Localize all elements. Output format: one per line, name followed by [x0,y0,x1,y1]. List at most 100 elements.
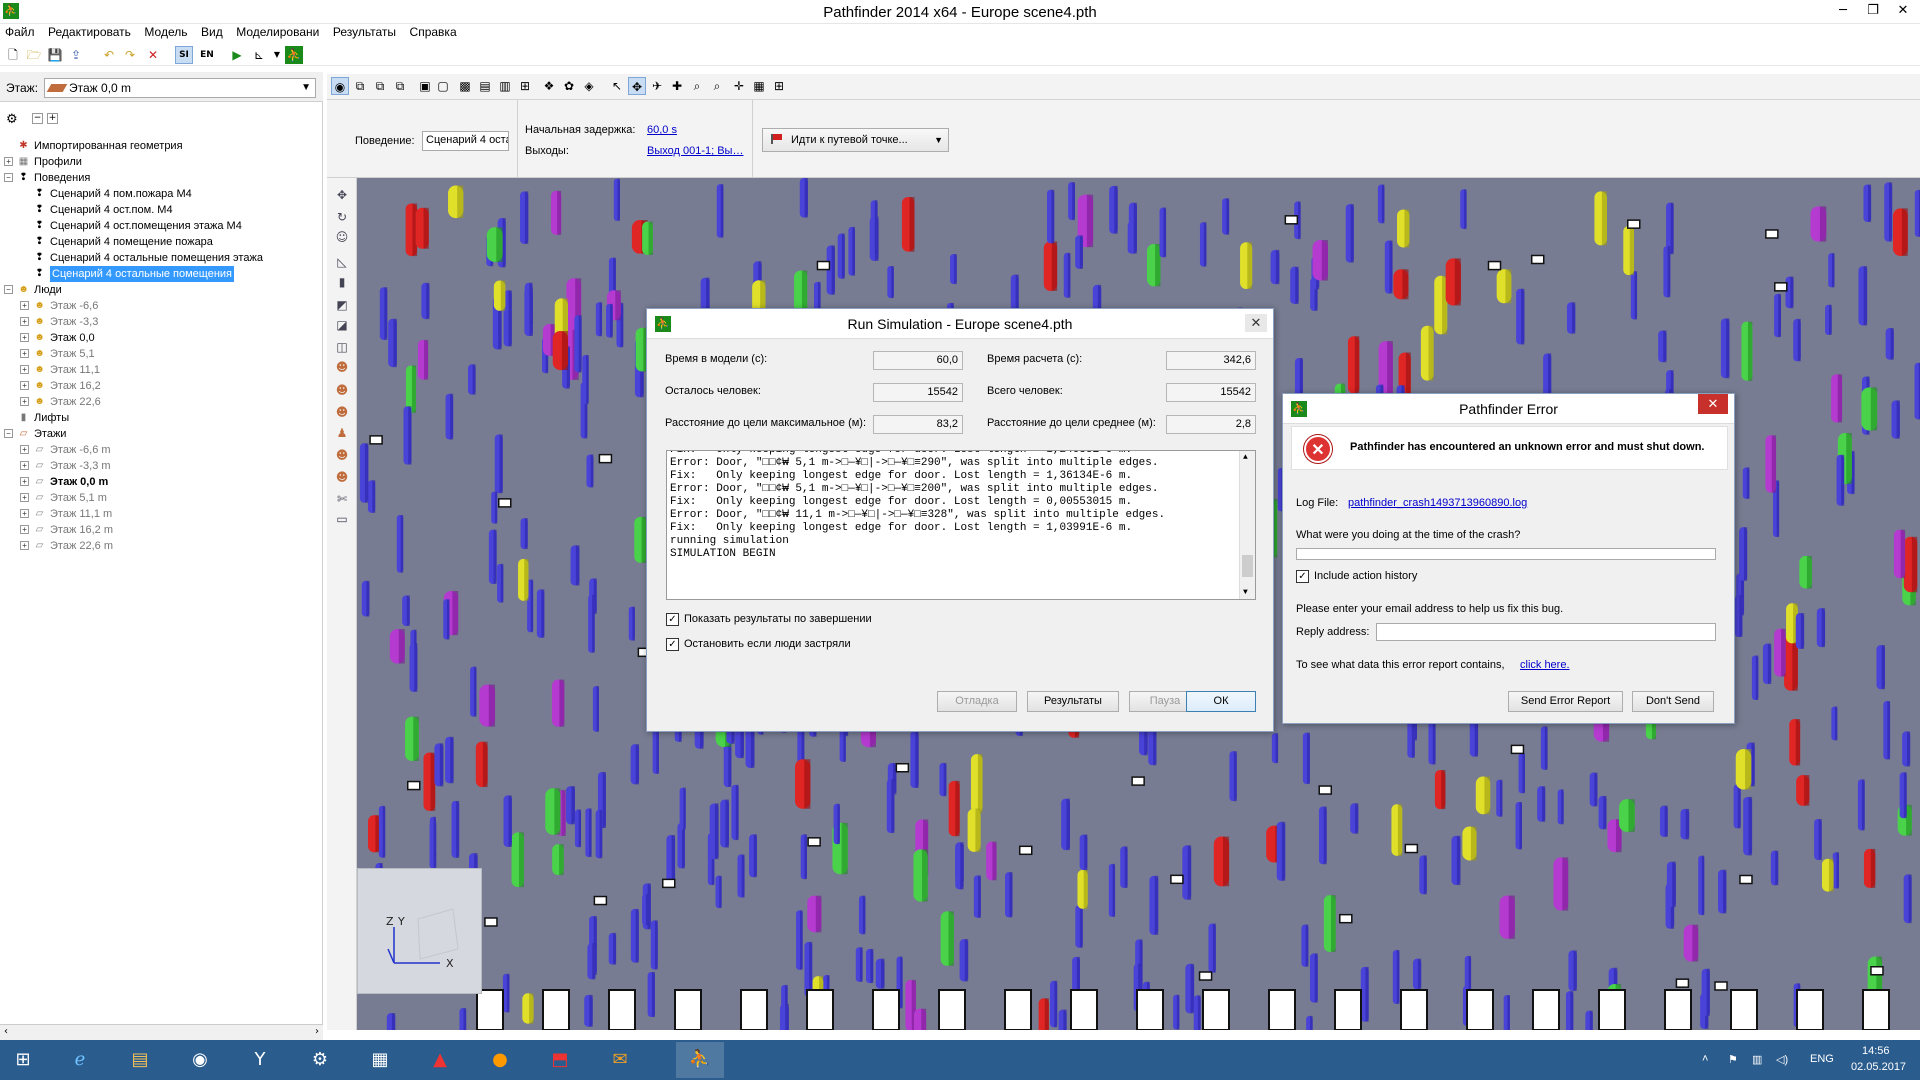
tree-item[interactable]: ❢ Сценарий 4 пом.пожара М4 [4,186,320,202]
render-icon[interactable]: ✿ [560,77,578,95]
group-tool-icon[interactable]: ☻ [333,381,351,399]
crash-description-input[interactable] [1296,548,1716,560]
expand-icon[interactable]: + [20,365,29,374]
scroll-left-icon[interactable]: ‹ [4,1026,8,1037]
stairs-icon[interactable]: ▤ [476,77,494,95]
grid-icon[interactable]: ▦ [750,77,768,95]
doors-icon[interactable]: ▩ [456,77,474,95]
log-file-link[interactable]: pathfinder_crash1493713960890.log [1348,497,1527,509]
color-icon[interactable]: ◈ [580,77,598,95]
measure-tool-icon[interactable]: ✄ [333,490,351,508]
user-tool-icon[interactable]: ☺ [333,228,351,246]
zoom-box-icon[interactable]: ⌕ [708,77,726,95]
tree-item[interactable]: ❢ Сценарий 4 остальные помещения этажа [4,250,320,266]
close-icon[interactable]: ✕ [1245,314,1267,332]
rooms-icon[interactable]: ▢ [434,77,452,95]
expand-icon[interactable]: + [20,541,29,550]
expand-icon[interactable]: + [20,509,29,518]
goto-waypoint-button[interactable]: Идти к путевой точке... ▼ [762,128,949,152]
expand-icon[interactable]: + [20,301,29,310]
language-indicator[interactable]: ENG [1810,1053,1834,1080]
walk-icon[interactable]: ✈ [648,77,666,95]
acrobat-icon[interactable]: ▲ [416,1042,464,1078]
occupant-tool-icon[interactable]: ♟ [333,424,351,442]
results-viewer-icon[interactable]: ⛹ [285,46,303,64]
clock-date[interactable]: 02.05.2017 [1851,1061,1906,1080]
agents-icon[interactable]: ▥ [496,77,514,95]
nav-mesh-icon[interactable]: ❖ [540,77,558,95]
waypoint-tool-icon[interactable]: ☻ [333,403,351,421]
send-error-report-button[interactable]: Send Error Report [1508,691,1623,712]
expand-icon[interactable]: + [20,445,29,454]
tree-item[interactable]: + ☻ Этаж 0,0 [4,330,320,346]
tree-item[interactable]: − ☻ Люди [4,282,320,298]
menu-help[interactable]: Справка [405,24,462,40]
expand-icon[interactable]: + [20,477,29,486]
show-results-checkbox[interactable]: ✓ Показать результаты по завершении [666,613,872,626]
ruler-tool-icon[interactable]: ▭ [333,510,351,528]
menu-simulation[interactable]: Моделировани [231,24,324,40]
filter-icon[interactable]: ⚙ [6,112,18,127]
expand-icon[interactable]: + [20,397,29,406]
new-file-icon[interactable]: 🗋 [4,46,22,64]
exits-link[interactable]: Выход 001-1; Вы… [647,145,743,157]
close-button[interactable]: ✕ [1888,0,1918,22]
tree-item[interactable]: + ▱ Этаж 11,1 m [4,506,320,522]
yandex-browser-icon[interactable]: Y [236,1042,284,1078]
redo-icon[interactable]: ↷ [121,46,139,64]
tree-item[interactable]: − ▱ Этажи [4,426,320,442]
pan-icon[interactable]: ✚ [668,77,686,95]
collapse-icon[interactable]: − [4,173,13,182]
tree-item[interactable]: + ☻ Этаж 11,1 [4,362,320,378]
import-icon[interactable]: ⇪ [67,46,85,64]
elevator-tool-icon[interactable]: ☻ [333,446,351,464]
expand-all-icon[interactable]: + [47,113,58,124]
tree-item[interactable]: ❢ Сценарий 4 остальные помещения [4,266,320,282]
system-tools-icon[interactable]: ⚙ [296,1042,344,1078]
behavior-input[interactable]: Сценарий 4 оста [422,131,509,151]
delete-icon[interactable]: ✕ [144,46,162,64]
tree-item[interactable]: + ☻ Этаж 22,6 [4,394,320,410]
minimize-button[interactable]: ─ [1828,0,1858,22]
expand-icon[interactable]: + [20,381,29,390]
menu-view[interactable]: Вид [196,24,228,40]
chevron-down-icon[interactable]: ▼ [268,46,286,64]
collapse-icon[interactable]: − [4,429,13,438]
tree-item[interactable]: − ❢ Поведения [4,170,320,186]
collapse-icon[interactable]: − [4,285,13,294]
tree-item[interactable]: + ▱ Этаж 0,0 m [4,474,320,490]
expand-icon[interactable]: + [20,461,29,470]
exit-tool-icon[interactable]: ◫ [333,338,351,356]
collapse-all-icon[interactable]: − [32,113,43,124]
floor-select[interactable]: Этаж 0,0 m ▼ [44,78,316,98]
expand-icon[interactable]: + [20,493,29,502]
tree-item[interactable]: + ▱ Этаж 22,6 m [4,538,320,554]
chart-icon[interactable]: ⊾ [250,46,268,64]
chrome-icon[interactable]: ◉ [176,1042,224,1078]
show-all-icon[interactable]: ⊞ [516,77,534,95]
tree-item[interactable]: + ▦ Профили [4,154,320,170]
results-button[interactable]: Результаты [1027,691,1119,712]
see-data-link[interactable]: click here. [1520,659,1570,671]
scroll-thumb[interactable] [1242,555,1253,577]
tree-item[interactable]: + ☻ Этаж -6,6 [4,298,320,314]
network-icon[interactable]: ▥ [1752,1053,1762,1080]
tree-item[interactable]: ▮ Лифты [4,410,320,426]
expand-icon[interactable]: + [20,317,29,326]
expand-icon[interactable]: + [20,333,29,342]
pathfinder-taskbar-icon[interactable]: ⛹ [676,1042,724,1078]
layers2-icon[interactable]: ⧉ [391,77,409,95]
walls-icon[interactable]: ▣ [416,77,434,95]
pdf-reader-icon[interactable]: ⬒ [536,1042,584,1078]
tree-item[interactable]: + ▱ Этаж 16,2 m [4,522,320,538]
expand-icon[interactable]: + [20,525,29,534]
tree-item[interactable]: ❢ Сценарий 4 помещение пожара [4,234,320,250]
tree-item[interactable]: + ▱ Этаж 5,1 m [4,490,320,506]
menu-edit[interactable]: Редактировать [43,24,136,40]
tree-item[interactable]: + ☻ Этаж -3,3 [4,314,320,330]
open-folder-icon[interactable]: 🗁 [25,46,43,64]
expand-icon[interactable]: + [20,349,29,358]
menu-results[interactable]: Результаты [328,24,401,40]
log-scrollbar[interactable]: ▲ ▼ [1239,451,1255,599]
close-icon[interactable]: ✕ [1698,394,1728,414]
